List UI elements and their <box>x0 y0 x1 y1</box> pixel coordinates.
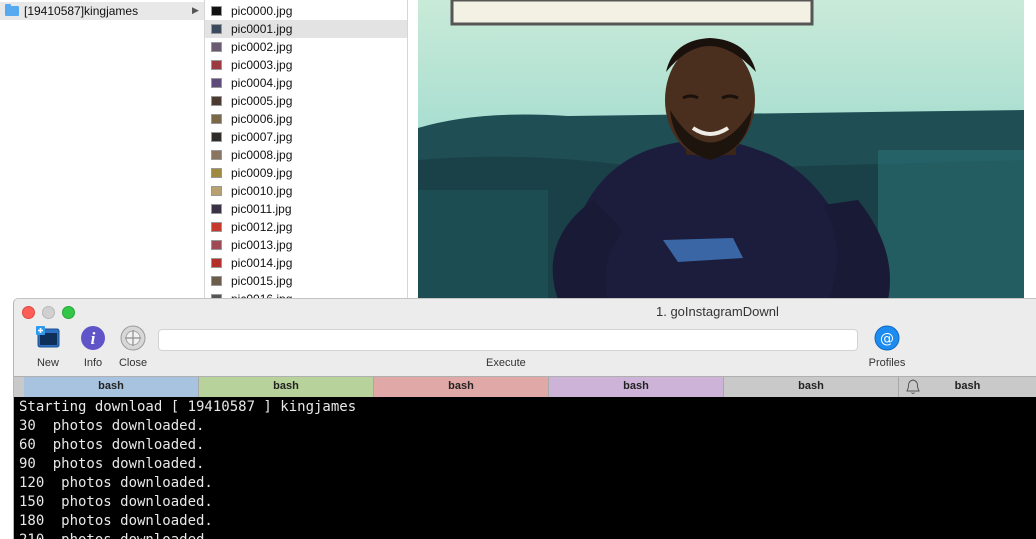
tab-bar: bash bash bash bash bash bash <box>14 376 1036 397</box>
file-label: pic0014.jpg <box>231 256 293 270</box>
file-item[interactable]: pic0008.jpg <box>205 146 407 164</box>
tab-bash[interactable]: bash <box>724 377 899 397</box>
file-item[interactable]: pic0006.jpg <box>205 110 407 128</box>
disclosure-arrow-icon: ▶ <box>192 5 199 15</box>
profiles-label: Profiles <box>868 357 906 369</box>
output-line: 30 photos downloaded. <box>19 418 205 434</box>
file-item[interactable]: pic0015.jpg <box>205 272 407 290</box>
new-terminal-icon <box>36 326 60 348</box>
execute-label: Execute <box>486 357 526 369</box>
image-thumbnail-icon <box>211 258 222 268</box>
image-thumbnail-icon <box>211 42 222 52</box>
image-thumbnail-icon <box>211 132 222 142</box>
image-thumbnail-icon <box>211 78 222 88</box>
tab-bash[interactable]: bash <box>24 377 199 397</box>
tab-bash[interactable]: bash <box>374 377 549 397</box>
window-zoom-button[interactable] <box>62 306 75 319</box>
image-preview <box>418 0 1024 300</box>
close-icon <box>120 325 146 351</box>
terminal-window: 1. goInstagramDownl New i Info Close Exe… <box>13 298 1036 539</box>
file-item[interactable]: pic0000.jpg <box>205 2 407 20</box>
image-thumbnail-icon <box>211 204 222 214</box>
image-thumbnail-icon <box>211 168 222 178</box>
tab-bash[interactable]: bash <box>199 377 374 397</box>
info-button[interactable]: i Info <box>73 325 113 371</box>
finder-window: [19410587]kingjames ▶ pic0000.jpg pic0001… <box>0 0 1036 300</box>
file-label: pic0015.jpg <box>231 274 293 288</box>
close-label: Close <box>118 357 148 369</box>
image-thumbnail-icon <box>211 150 222 160</box>
file-item[interactable]: pic0012.jpg <box>205 218 407 236</box>
svg-text:@: @ <box>880 331 894 347</box>
image-thumbnail-icon <box>211 60 222 70</box>
image-thumbnail-icon <box>211 186 222 196</box>
output-line: 90 photos downloaded. <box>19 456 205 472</box>
file-label: pic0009.jpg <box>231 166 293 180</box>
file-label: pic0010.jpg <box>231 184 293 198</box>
folder-item[interactable]: [19410587]kingjames ▶ <box>0 2 204 20</box>
file-label: pic0003.jpg <box>231 58 293 72</box>
output-line: 150 photos downloaded. <box>19 494 213 510</box>
file-label: pic0005.jpg <box>231 94 293 108</box>
image-thumbnail-icon <box>211 114 222 124</box>
file-item[interactable]: pic0011.jpg <box>205 200 407 218</box>
folder-column: [19410587]kingjames ▶ <box>0 0 205 300</box>
terminal-output[interactable]: Starting download [ 19410587 ] kingjames… <box>14 397 1036 539</box>
file-label: pic0002.jpg <box>231 40 293 54</box>
preview-photo <box>418 0 1024 300</box>
tab-bash[interactable]: bash <box>549 377 724 397</box>
window-title: 1. goInstagramDownl <box>656 304 779 319</box>
file-column[interactable]: pic0000.jpg pic0001.jpg pic0002.jpg pic0003… <box>205 0 408 300</box>
profiles-icon: @ <box>874 325 900 351</box>
window-minimize-button[interactable] <box>42 306 55 319</box>
folder-icon <box>5 4 19 16</box>
info-icon: i <box>81 326 105 350</box>
close-button[interactable]: Close <box>113 325 153 371</box>
file-label: pic0000.jpg <box>231 4 293 18</box>
image-thumbnail-icon <box>211 24 222 34</box>
file-item[interactable]: pic0014.jpg <box>205 254 407 272</box>
file-label: pic0006.jpg <box>231 112 293 126</box>
image-thumbnail-icon <box>211 240 222 250</box>
new-button[interactable]: New <box>28 325 68 371</box>
new-label: New <box>36 357 59 369</box>
file-label: pic0013.jpg <box>231 238 293 252</box>
svg-text:i: i <box>91 329 96 348</box>
file-item[interactable]: pic0005.jpg <box>205 92 407 110</box>
file-item[interactable]: pic0013.jpg <box>205 236 407 254</box>
file-label: pic0001.jpg <box>231 22 293 36</box>
file-label: pic0011.jpg <box>231 202 292 216</box>
profiles-button[interactable]: @ Profiles <box>865 325 909 371</box>
output-line: 60 photos downloaded. <box>19 437 205 453</box>
file-label: pic0004.jpg <box>231 76 293 90</box>
bell-icon <box>906 379 920 394</box>
output-line: 180 photos downloaded. <box>19 513 213 529</box>
image-thumbnail-icon <box>211 6 222 16</box>
file-item[interactable]: pic0003.jpg <box>205 56 407 74</box>
file-item[interactable]: pic0007.jpg <box>205 128 407 146</box>
file-label: pic0012.jpg <box>231 220 293 234</box>
file-label: pic0007.jpg <box>231 130 293 144</box>
file-item[interactable]: pic0004.jpg <box>205 74 407 92</box>
info-label: Info <box>83 357 103 369</box>
image-thumbnail-icon <box>211 96 222 106</box>
file-item[interactable]: pic0009.jpg <box>205 164 407 182</box>
execute-input[interactable] <box>158 329 858 351</box>
output-line: 120 photos downloaded. <box>19 475 213 491</box>
image-thumbnail-icon <box>211 222 222 232</box>
file-label: pic0008.jpg <box>231 148 293 162</box>
image-thumbnail-icon <box>211 276 222 286</box>
folder-label: [19410587]kingjames <box>24 4 139 18</box>
file-item[interactable]: pic0002.jpg <box>205 38 407 56</box>
file-item[interactable]: pic0001.jpg <box>205 20 407 38</box>
file-item[interactable]: pic0010.jpg <box>205 182 407 200</box>
output-line: Starting download [ 19410587 ] kingjames <box>19 399 357 415</box>
window-close-button[interactable] <box>22 306 35 319</box>
